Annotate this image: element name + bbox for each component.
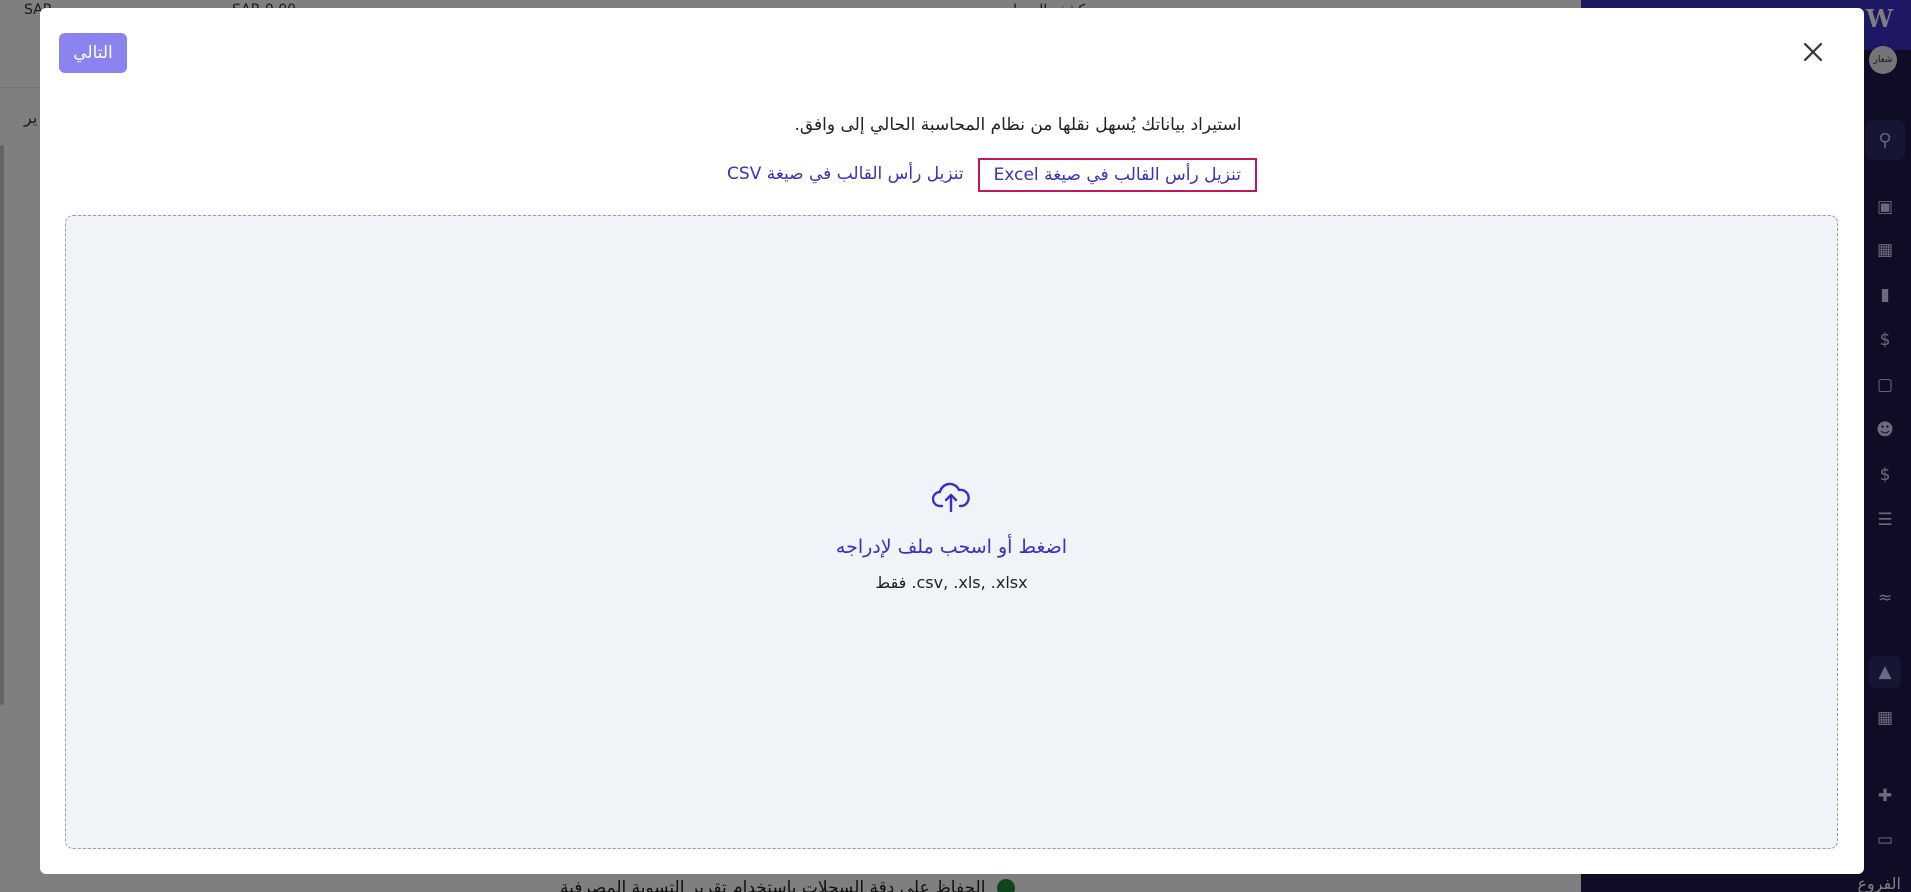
dropzone-title: اضغط أو اسحب ملف لإدراجه: [835, 536, 1068, 558]
import-intro-text: استيراد بياناتك يُسهل نقلها من نظام المح…: [794, 115, 1242, 135]
close-button[interactable]: [1800, 39, 1826, 65]
template-download-links: تنزيل رأس القالب في صيغة Excel تنزيل رأس…: [40, 158, 1864, 192]
cloud-upload-icon: [932, 482, 970, 513]
download-csv-template-link[interactable]: تنزيل رأس القالب في صيغة CSV: [719, 158, 972, 192]
file-dropzone[interactable]: اضغط أو اسحب ملف لإدراجه csv, .xls, .xls…: [65, 215, 1838, 849]
download-excel-template-link[interactable]: تنزيل رأس القالب في صيغة Excel: [977, 158, 1257, 192]
dropzone-accepted-formats: csv, .xls, .xlsx. فقط: [875, 573, 1028, 592]
next-button[interactable]: التالي: [59, 33, 127, 73]
close-icon: [1803, 42, 1823, 62]
import-modal: التالي استيراد بياناتك يُسهل نقلها من نظ…: [40, 8, 1864, 874]
